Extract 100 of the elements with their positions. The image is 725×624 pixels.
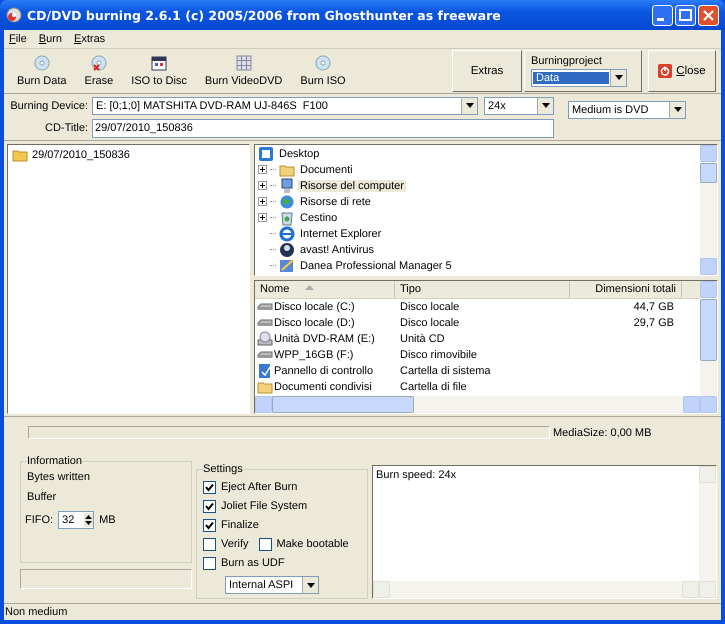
computer-icon (279, 178, 295, 194)
log-line: Burn speed: 24x (376, 469, 458, 482)
toolbar-button[interactable]: ISO to Disc (122, 48, 196, 93)
checkbox[interactable] (203, 556, 216, 570)
file-type: Disco locale (400, 316, 460, 329)
checkbox[interactable] (203, 500, 216, 513)
recycle-bin-icon (279, 210, 295, 226)
file-type: Disco locale (400, 300, 460, 313)
tree-item[interactable]: Risorse del computer (298, 180, 406, 192)
close-icon[interactable] (698, 4, 719, 26)
horizontal-scrollbar[interactable] (373, 581, 699, 598)
checkbox-label[interactable]: Joliet File System (221, 500, 308, 512)
horizontal-scrollbar[interactable] (255, 396, 700, 414)
group-title: Settings (203, 463, 243, 476)
burning-project-label: Burningproject (531, 54, 603, 67)
expand-icon[interactable] (258, 197, 267, 206)
dropdown-arrow-icon (542, 103, 550, 108)
browser-icon (279, 226, 295, 242)
cd-title-label: CD-Title: (44, 122, 88, 134)
interface-dropdown[interactable]: Internal ASPI (225, 576, 319, 594)
maximize-icon[interactable] (675, 4, 696, 26)
fifo-unit: MB (99, 514, 116, 526)
expand-icon[interactable] (258, 165, 267, 174)
vertical-scrollbar[interactable] (699, 466, 716, 598)
bytes-written-label: Bytes written (27, 471, 91, 484)
toolbar-button[interactable]: Burn Data (8, 48, 76, 93)
file-name[interactable]: Documenti condivisi (274, 380, 372, 393)
tree-item[interactable]: Danea Professional Manager 5 (298, 260, 454, 272)
menu-item[interactable]: File (9, 32, 27, 45)
menu-item[interactable]: Burn (38, 32, 62, 45)
burning-device-label: Burning Device: (9, 100, 88, 112)
shield-icon (279, 242, 295, 258)
media-size-label: MediaSize: 0,00 MB (553, 426, 652, 439)
dropdown-arrow-icon (674, 107, 682, 112)
checkbox-label[interactable]: Eject After Burn (221, 481, 298, 494)
calendar-icon (151, 54, 168, 71)
column-header[interactable]: Dimensioni totali (570, 280, 682, 298)
dropdown-arrow-icon (466, 103, 474, 108)
file-type: Disco rimovibile (400, 348, 478, 361)
disc-erase-icon (90, 54, 107, 71)
close-button[interactable]: Close (648, 50, 716, 92)
control-panel-icon (257, 362, 273, 379)
buffer-label: Buffer (27, 491, 58, 504)
medium-dropdown[interactable]: Medium is DVD (568, 100, 686, 119)
fifo-spinner[interactable]: 32 (58, 511, 94, 530)
cd-drive-icon (257, 330, 273, 347)
globe-icon (279, 194, 295, 210)
fifo-label: FIFO: (25, 514, 54, 526)
minimize-icon[interactable] (652, 4, 673, 26)
checkbox[interactable] (258, 538, 272, 551)
file-size: 29,7 GB (634, 316, 674, 329)
checkbox-label[interactable]: Finalize (221, 519, 259, 532)
tree-item[interactable]: Internet Explorer (298, 228, 384, 240)
file-type: Cartella di sistema (400, 364, 490, 377)
vertical-scrollbar[interactable] (700, 144, 717, 275)
spin-arrows-icon (84, 513, 94, 528)
tree-item[interactable]: Cestino (298, 212, 340, 224)
toolbar-button[interactable]: Burn VideoDVD (196, 48, 292, 93)
file-size: 44,7 GB (634, 300, 674, 313)
file-type: Unità CD (400, 332, 445, 345)
toolbar-button[interactable]: Erase (76, 48, 122, 93)
checkbox-label[interactable]: Make bootable (276, 538, 349, 550)
checkbox-label[interactable]: Verify (221, 538, 249, 550)
burning-device-dropdown[interactable]: E: [0;1;0] MATSHITA DVD-RAM UJ-846S F100 (92, 96, 478, 115)
tree-item[interactable]: Risorse di rete (298, 196, 373, 208)
file-name[interactable]: WPP_16GB (F:) (274, 348, 354, 361)
window-title: CD/DVD burning 2.6.1 (c) 2005/2006 from Ghosthunter as freeware (27, 8, 502, 22)
checkbox[interactable] (203, 538, 216, 551)
file-name[interactable]: Disco locale (D:) (274, 316, 355, 329)
power-icon (658, 64, 672, 78)
file-name[interactable]: Pannello di controllo (274, 364, 374, 377)
tree-item[interactable]: 29/07/2010_150836 (32, 148, 130, 161)
column-header[interactable]: Nome (255, 280, 395, 298)
cd-title-field[interactable]: 29/07/2010_150836 (92, 118, 554, 138)
file-type: Cartella di file (400, 380, 467, 393)
tree-item[interactable]: Documenti (298, 164, 355, 176)
column-header[interactable]: Tipo (395, 280, 570, 298)
burning-project-dropdown[interactable]: Data (531, 68, 627, 87)
checkbox[interactable] (203, 480, 216, 494)
menu-item[interactable]: Extras (74, 32, 106, 45)
app-icon (279, 258, 295, 274)
extras-button[interactable]: Extras (452, 50, 522, 92)
group-title: Information (27, 455, 82, 468)
expand-icon[interactable] (258, 181, 267, 190)
disc-icon (34, 54, 50, 71)
file-name[interactable]: Disco locale (C:) (274, 300, 355, 313)
dropdown-arrow-icon (614, 75, 622, 80)
sort-icon (305, 285, 314, 290)
vertical-scrollbar[interactable] (700, 280, 717, 414)
file-name[interactable]: Unità DVD-RAM (E:) (274, 332, 375, 345)
disc-icon (6, 7, 22, 23)
tree-item[interactable]: avast! Antivirus (298, 244, 376, 256)
checkbox-label[interactable]: Burn as UDF (221, 557, 285, 570)
speed-dropdown[interactable]: 24x (484, 96, 554, 115)
dropdown-arrow-icon (306, 582, 314, 588)
grid-icon (236, 54, 252, 71)
toolbar-button[interactable]: Burn ISO (291, 48, 355, 93)
checkbox[interactable] (203, 518, 216, 532)
tree-item[interactable]: Desktop (277, 148, 322, 160)
expand-icon[interactable] (258, 213, 267, 222)
